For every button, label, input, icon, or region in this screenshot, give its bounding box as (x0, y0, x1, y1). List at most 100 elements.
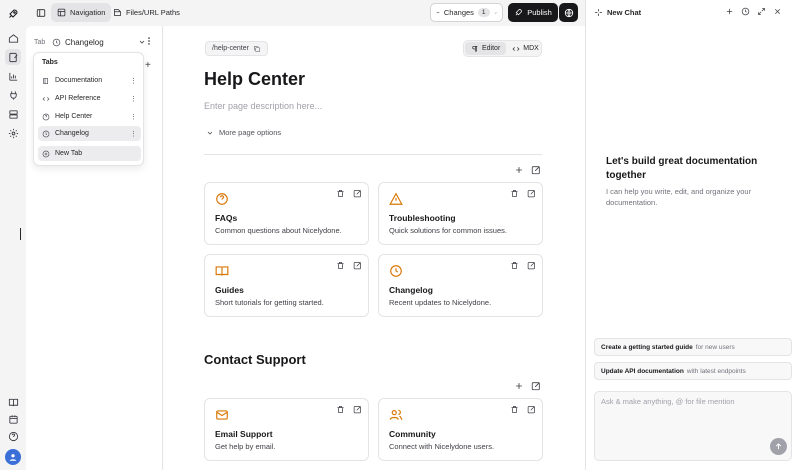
code-icon (42, 96, 50, 101)
edit-icon[interactable] (527, 261, 536, 270)
card-community[interactable]: Community Connect with Nicelydone users. (378, 398, 543, 461)
tabs-menu-header: Tabs (42, 59, 58, 66)
more-page-options-toggle[interactable]: More page options (206, 128, 281, 137)
card-title: Troubleshooting (389, 213, 456, 223)
editor-mode-button[interactable]: Editor (465, 42, 507, 55)
contact-support-heading[interactable]: Contact Support (204, 352, 306, 367)
edit-section-icon[interactable] (531, 165, 541, 175)
publish-label: Publish (527, 8, 552, 17)
sidebar-icon (36, 8, 46, 17)
editor-icon[interactable] (5, 49, 21, 65)
suggestion-chip[interactable]: Update API documentation with latest end… (594, 362, 792, 380)
book-open-icon (215, 264, 229, 278)
chat-panel: New Chat Let's build great documentation… (585, 0, 800, 470)
edit-section-icon[interactable] (531, 381, 541, 391)
navigation-label: Navigation (70, 8, 106, 17)
history-icon[interactable] (741, 7, 750, 16)
publish-button[interactable]: Publish (508, 3, 558, 22)
tab-selector-dropdown[interactable]: Changelog (52, 34, 146, 50)
globe-button[interactable] (559, 3, 578, 22)
layout-icon (57, 8, 66, 17)
more-page-options-label: More page options (219, 128, 282, 137)
rocket-logo-icon[interactable] (5, 6, 21, 22)
plus-icon[interactable] (725, 7, 734, 16)
navigation-tab[interactable]: Navigation (51, 3, 112, 22)
kebab-icon[interactable]: ⋮ (130, 113, 137, 121)
tabs-dropdown-menu: Tabs Documentation ⋮ API Reference ⋮ Hel… (33, 52, 144, 166)
chat-title-label: New Chat (607, 8, 642, 17)
add-block-plus-icon[interactable] (514, 165, 524, 175)
docs-book-icon[interactable] (5, 394, 21, 410)
settings-icon[interactable] (5, 125, 21, 141)
home-icon[interactable] (5, 30, 21, 46)
left-rail (0, 0, 26, 470)
page-description-input[interactable]: Enter page description here... (204, 101, 322, 111)
tab-selector-label: Tab (34, 39, 46, 46)
card-title: Changelog (389, 285, 433, 295)
kebab-icon[interactable]: ⋮ (130, 95, 137, 103)
card-title: Email Support (215, 429, 273, 439)
page-path-chip[interactable]: /help-center (205, 41, 268, 56)
edit-icon[interactable] (527, 189, 536, 198)
page-title[interactable]: Help Center (204, 69, 305, 90)
card-description: Get help by email. (215, 442, 276, 451)
kebab-icon[interactable]: ⋮ (130, 77, 137, 85)
pilcrow-icon (472, 45, 478, 52)
kebab-icon[interactable]: ⋮ (130, 130, 137, 138)
tab-menu-item-documentation[interactable]: Documentation ⋮ (38, 73, 141, 88)
card-faqs[interactable]: FAQs Common questions about Nicelydone. (204, 182, 369, 245)
tab-menu-item-help-center[interactable]: Help Center ⋮ (38, 109, 141, 124)
tab-menu-item-label: Help Center (55, 113, 93, 120)
card-description: Short tutorials for getting started. (215, 298, 324, 307)
code-icon (512, 46, 520, 51)
analytics-icon[interactable] (5, 68, 21, 84)
new-tab-label: New Tab (55, 150, 83, 157)
tab-more-icon[interactable] (146, 36, 152, 46)
edit-icon[interactable] (353, 189, 362, 198)
plug-icon[interactable] (5, 87, 21, 103)
suggestion-detail: with latest endpoints (686, 367, 746, 375)
help-circle-icon (215, 192, 229, 206)
trash-icon[interactable] (510, 189, 519, 198)
database-icon[interactable] (5, 106, 21, 122)
tab-menu-item-api-reference[interactable]: API Reference ⋮ (38, 91, 141, 106)
chevron-down-icon (207, 131, 213, 135)
card-changelog[interactable]: Changelog Recent updates to Nicelydone. (378, 254, 543, 317)
files-paths-tab[interactable]: Files/URL Paths (107, 3, 186, 22)
trash-icon[interactable] (510, 405, 519, 414)
new-tab-button[interactable]: New Tab (38, 146, 141, 161)
card-description: Recent updates to Nicelydone. (389, 298, 492, 307)
suggestion-chip[interactable]: Create a getting started guide for new u… (594, 338, 792, 356)
card-guides[interactable]: Guides Short tutorials for getting start… (204, 254, 369, 317)
mdx-mode-button[interactable]: MDX (506, 42, 545, 55)
chevron-down-icon (139, 40, 145, 44)
mdx-mode-label: MDX (523, 45, 539, 52)
calendar-icon[interactable] (5, 411, 21, 427)
expand-icon[interactable] (757, 7, 766, 16)
edit-icon[interactable] (353, 405, 362, 414)
trash-icon[interactable] (336, 189, 345, 198)
changes-button[interactable]: Changes 1 (430, 3, 503, 22)
copy-icon[interactable] (253, 45, 261, 53)
files-icon (114, 9, 121, 16)
tab-menu-item-label: API Reference (55, 95, 101, 102)
close-icon[interactable] (773, 7, 782, 16)
send-button[interactable] (770, 438, 787, 455)
chat-input[interactable] (601, 397, 781, 406)
card-email-support[interactable]: Email Support Get help by email. (204, 398, 369, 461)
add-item-plus-icon[interactable]: + (145, 60, 151, 71)
edit-icon[interactable] (527, 405, 536, 414)
chat-welcome-heading: Let's build great documentation together (606, 156, 758, 181)
trash-icon[interactable] (336, 405, 345, 414)
tab-menu-item-changelog[interactable]: Changelog ⋮ (38, 126, 141, 141)
card-troubleshooting[interactable]: Troubleshooting Quick solutions for comm… (378, 182, 543, 245)
add-block-plus-icon[interactable] (514, 381, 524, 391)
avatar[interactable] (5, 449, 21, 465)
edit-icon[interactable] (353, 261, 362, 270)
trash-icon[interactable] (510, 261, 519, 270)
toggle-sidebar-button[interactable] (30, 3, 52, 22)
help-circle-icon (42, 113, 50, 120)
warning-icon (389, 192, 403, 206)
help-icon[interactable] (5, 428, 21, 444)
trash-icon[interactable] (336, 261, 345, 270)
